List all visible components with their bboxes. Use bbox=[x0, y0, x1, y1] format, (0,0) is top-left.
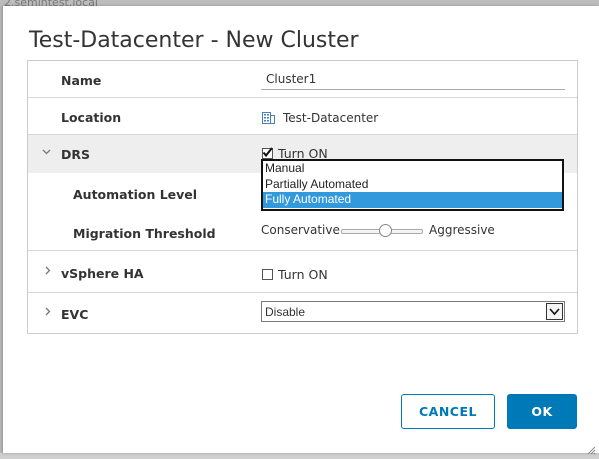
vsphere-ha-row[interactable]: vSphere HA Turn ON bbox=[28, 251, 577, 293]
location-label: Location bbox=[61, 110, 122, 125]
datacenter-icon bbox=[261, 110, 276, 125]
option-partially-automated[interactable]: Partially Automated bbox=[263, 177, 562, 193]
name-label: Name bbox=[61, 73, 102, 88]
location-row: Location Test-Datacenter bbox=[28, 98, 577, 135]
slider-thumb[interactable] bbox=[379, 224, 392, 237]
chevron-right-icon[interactable] bbox=[43, 307, 51, 316]
evc-label: EVC bbox=[61, 307, 89, 322]
evc-row: EVC Disable bbox=[28, 293, 577, 333]
resize-grip-icon[interactable] bbox=[586, 440, 596, 455]
drs-checkbox[interactable] bbox=[262, 147, 273, 159]
vsphere-ha-label: vSphere HA bbox=[61, 266, 144, 281]
chevron-right-icon[interactable] bbox=[43, 266, 51, 275]
location-value: Test-Datacenter bbox=[261, 110, 378, 125]
new-cluster-dialog: Test-Datacenter - New Cluster Name Locat… bbox=[3, 6, 599, 455]
slider-min-label: Conservative bbox=[261, 223, 340, 237]
slider-max-label: Aggressive bbox=[429, 223, 495, 237]
chevron-down-icon[interactable] bbox=[546, 303, 563, 320]
location-text: Test-Datacenter bbox=[283, 110, 379, 125]
chevron-down-icon[interactable] bbox=[42, 147, 51, 155]
cluster-name-input[interactable] bbox=[261, 68, 565, 90]
option-manual[interactable]: Manual bbox=[263, 161, 562, 177]
cancel-button[interactable]: CANCEL bbox=[401, 394, 495, 429]
automation-level-label: Automation Level bbox=[73, 187, 198, 202]
option-fully-automated[interactable]: Fully Automated bbox=[263, 192, 562, 208]
ha-turn-on-label: Turn ON bbox=[278, 267, 328, 282]
migration-threshold-row: Migration Threshold Conservative Aggress… bbox=[28, 213, 577, 251]
name-row: Name bbox=[28, 61, 577, 98]
evc-select[interactable]: Disable bbox=[261, 301, 565, 322]
migration-threshold-slider: Conservative Aggressive bbox=[261, 223, 495, 237]
dialog-title: Test-Datacenter - New Cluster bbox=[29, 28, 359, 53]
automation-level-dropdown[interactable]: Manual Partially Automated Fully Automat… bbox=[261, 159, 564, 211]
drs-label: DRS bbox=[61, 147, 91, 162]
ha-checkbox[interactable] bbox=[262, 269, 273, 280]
ok-button[interactable]: OK bbox=[507, 394, 577, 429]
migration-threshold-label: Migration Threshold bbox=[73, 226, 216, 241]
cluster-form: Name Location bbox=[27, 60, 578, 334]
evc-selected-value: Disable bbox=[265, 305, 306, 319]
